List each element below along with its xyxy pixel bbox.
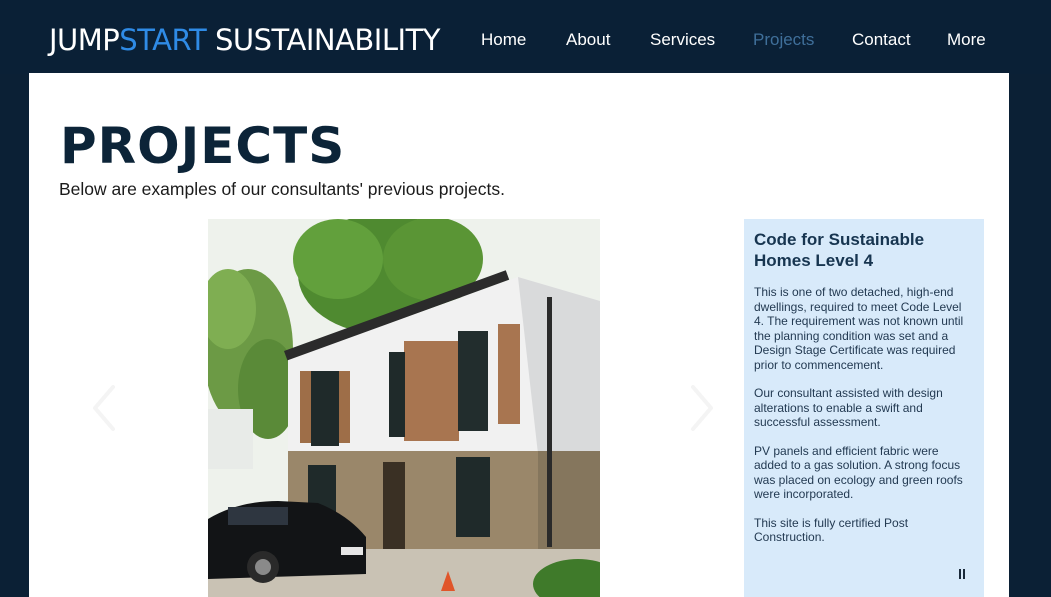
- project-description-paragraph: PV panels and efficient fabric were adde…: [754, 443, 963, 502]
- nav-projects[interactable]: Projects: [753, 30, 814, 50]
- logo-text-start: START: [119, 23, 207, 57]
- nav-more[interactable]: More: [947, 30, 986, 50]
- project-info-panel: Code for Sustainable Homes Level 4 This …: [744, 219, 984, 597]
- project-description-paragraph: Our consultant assisted with design alte…: [754, 386, 943, 429]
- project-title: Code for Sustainable Homes Level 4: [754, 230, 925, 270]
- content-card: PROJECTS Below are examples of our consu…: [29, 73, 1009, 597]
- slideshow-next-arrow[interactable]: [685, 383, 717, 433]
- slideshow-prev-arrow[interactable]: [89, 383, 121, 433]
- slideshow-pause-button[interactable]: [958, 569, 968, 581]
- project-description-paragraph: This site is fully certified Post Constr…: [754, 515, 909, 545]
- chevron-left-icon: [93, 385, 115, 431]
- site-logo[interactable]: JUMPSTART SUSTAINABILITY: [49, 22, 440, 58]
- nav-services[interactable]: Services: [650, 30, 715, 50]
- logo-text-jump: JUMP: [49, 23, 120, 57]
- nav-contact[interactable]: Contact: [852, 30, 911, 50]
- logo-text-sustainability: SUSTAINABILITY: [206, 23, 441, 57]
- nav-about[interactable]: About: [566, 30, 610, 50]
- nav-home[interactable]: Home: [481, 30, 526, 50]
- page-subtitle: Below are examples of our consultants' p…: [59, 179, 505, 199]
- chevron-right-icon: [691, 385, 713, 431]
- project-photo: [208, 219, 600, 597]
- page-title: PROJECTS: [60, 117, 346, 175]
- site-header: JUMPSTART SUSTAINABILITY Home About Serv…: [0, 0, 1051, 74]
- project-description-paragraph: This is one of two detached, high-end dw…: [754, 285, 964, 372]
